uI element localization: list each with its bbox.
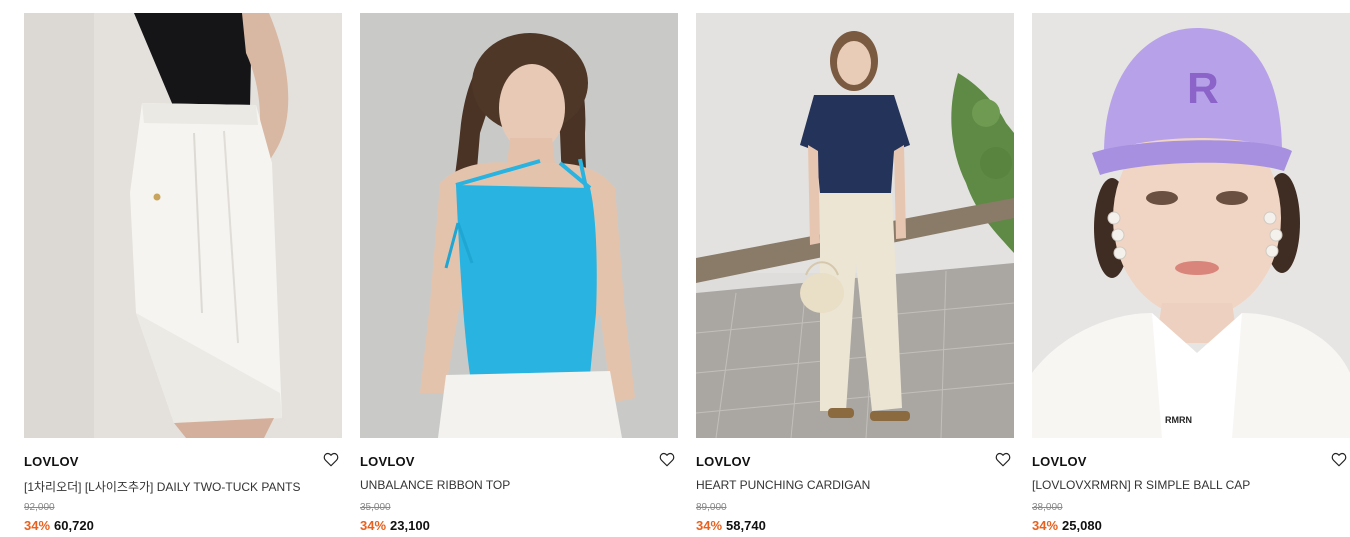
original-price: 35,000	[360, 502, 391, 513]
product-card: R RMRN LOVLOV [LOVLOVXRMRN] R SIMPLE BAL…	[1032, 13, 1350, 537]
sale-price: 23,100	[390, 518, 430, 533]
svg-text:R: R	[1187, 64, 1219, 113]
product-card: LOVLOV HEART PUNCHING CARDIGAN 89,000 34…	[696, 13, 1014, 537]
heart-outline-icon[interactable]	[1330, 450, 1348, 468]
original-price: 89,000	[696, 502, 727, 513]
product-grid: LOVLOV [1차리오더] [L사이즈추가] DAILY TWO-TUCK P…	[24, 13, 1350, 537]
product-name[interactable]: HEART PUNCHING CARDIGAN	[696, 478, 870, 492]
price-line: 34% 58,740	[696, 518, 766, 533]
product-name[interactable]: [1차리오더] [L사이즈추가] DAILY TWO-TUCK PANTS	[24, 478, 301, 495]
product-brand[interactable]: LOVLOV	[24, 454, 79, 469]
heart-outline-icon[interactable]	[658, 450, 676, 468]
heart-outline-icon[interactable]	[994, 450, 1012, 468]
original-price: 92,000	[24, 502, 55, 513]
sale-price: 60,720	[54, 518, 94, 533]
discount-rate: 34%	[696, 518, 723, 533]
product-image-lavender-cap[interactable]: R RMRN	[1032, 13, 1350, 438]
discount-rate: 34%	[1032, 518, 1059, 533]
product-image-white-pants[interactable]	[24, 13, 342, 438]
shirt-print: RMRN	[1165, 415, 1192, 425]
product-card: LOVLOV UNBALANCE RIBBON TOP 35,000 34% 23…	[360, 13, 678, 537]
price-line: 34% 25,080	[1032, 518, 1102, 533]
product-brand[interactable]: LOVLOV	[696, 454, 751, 469]
discount-rate: 34%	[24, 518, 51, 533]
product-image-navy-cardigan[interactable]	[696, 13, 1014, 438]
discount-rate: 34%	[360, 518, 387, 533]
product-name[interactable]: UNBALANCE RIBBON TOP	[360, 478, 510, 492]
product-brand[interactable]: LOVLOV	[360, 454, 415, 469]
sale-price: 58,740	[726, 518, 766, 533]
product-name[interactable]: [LOVLOVXRMRN] R SIMPLE BALL CAP	[1032, 478, 1250, 492]
price-line: 34% 60,720	[24, 518, 94, 533]
product-image-blue-top[interactable]	[360, 13, 678, 438]
heart-outline-icon[interactable]	[322, 450, 340, 468]
svg-text:RMRN: RMRN	[1165, 415, 1192, 425]
cap-logo: R	[1187, 64, 1219, 113]
product-brand[interactable]: LOVLOV	[1032, 454, 1087, 469]
original-price: 38,000	[1032, 502, 1063, 513]
sale-price: 25,080	[1062, 518, 1102, 533]
price-line: 34% 23,100	[360, 518, 430, 533]
product-card: LOVLOV [1차리오더] [L사이즈추가] DAILY TWO-TUCK P…	[24, 13, 342, 537]
